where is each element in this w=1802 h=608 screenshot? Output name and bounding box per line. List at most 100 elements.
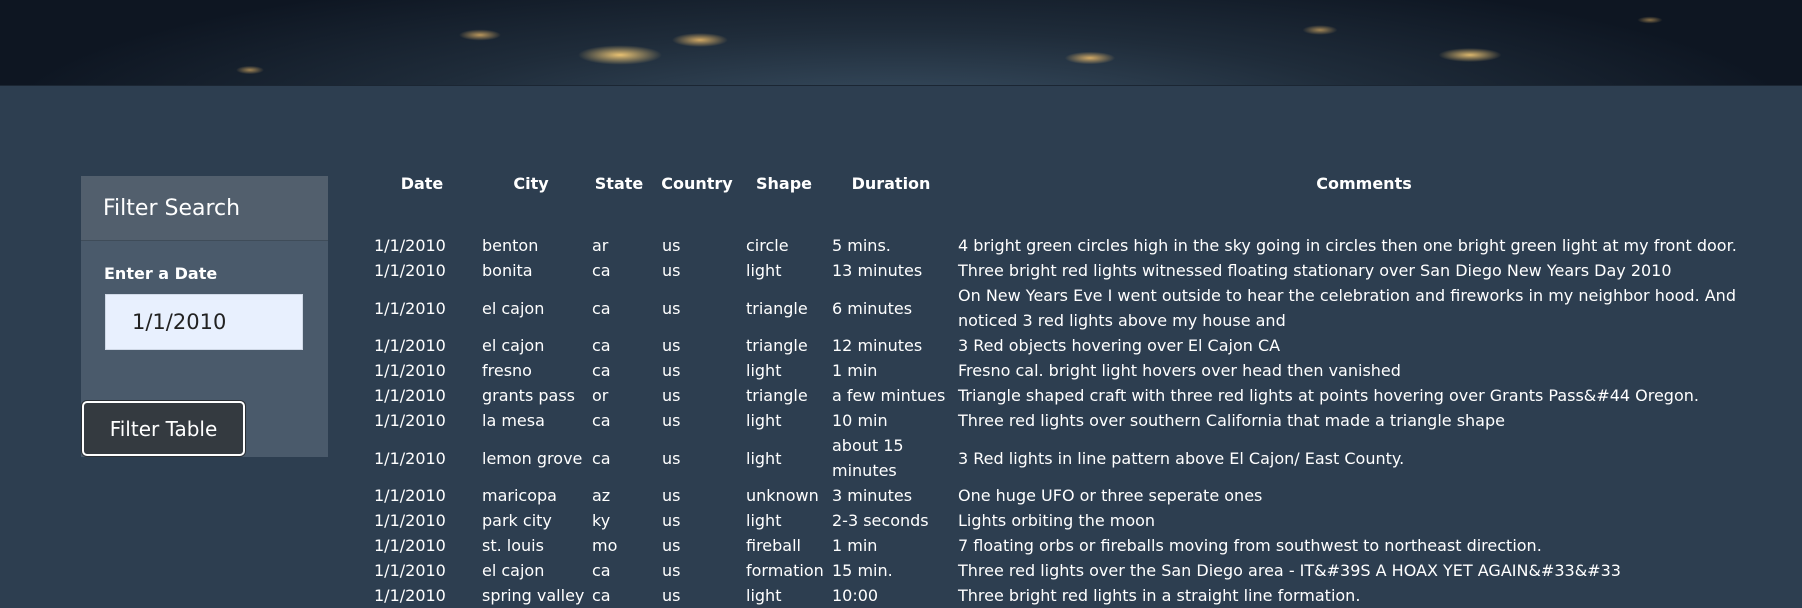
cell-country: us <box>662 448 681 468</box>
table-row: 1/1/2010 st. louis mo us fireball 1 min 7 floa… <box>368 533 1772 558</box>
cell-shape: triangle <box>746 298 808 318</box>
filter-table-button[interactable]: Filter Table <box>82 401 245 456</box>
cell-comments: 7 floating orbs or fireballs moving from… <box>958 536 1542 555</box>
cell-date: 1/1/2010 <box>374 361 446 380</box>
cell-shape: triangle <box>746 386 808 405</box>
cell-city: fresno <box>482 361 532 380</box>
cell-country: us <box>662 411 681 430</box>
cell-city: benton <box>482 236 539 255</box>
cell-duration: 2-3 seconds <box>832 511 929 530</box>
cell-city: el cajon <box>482 298 545 318</box>
cell-comments: Three red lights over the San Diego area… <box>958 561 1621 580</box>
cell-country: us <box>662 586 681 605</box>
ufo-table: Date City State Country Shape Duration C… <box>368 166 1772 608</box>
cell-date: 1/1/2010 <box>374 411 446 430</box>
col-comments-header: Comments <box>1316 173 1412 193</box>
cell-country: us <box>662 511 681 530</box>
cell-state: ar <box>592 236 609 255</box>
cell-shape: triangle <box>746 336 808 355</box>
cell-country: us <box>662 336 681 355</box>
table-row: 1/1/2010 bonita ca us light 13 minutes Three b… <box>368 258 1772 283</box>
cell-comments: One huge UFO or three seperate ones <box>958 486 1263 505</box>
cell-duration: 5 mins. <box>832 236 891 255</box>
date-input[interactable] <box>105 294 303 350</box>
cell-date: 1/1/2010 <box>374 486 446 505</box>
cell-city: la mesa <box>482 411 545 430</box>
cell-shape: fireball <box>746 536 801 555</box>
cell-duration: 1 min <box>832 361 878 380</box>
table-row: 1/1/2010 el cajon ca us triangle 12 minutes 3 … <box>368 333 1772 358</box>
cell-state: ca <box>592 298 611 318</box>
date-label: Enter a Date <box>104 264 218 283</box>
cell-duration: 10:00 <box>832 586 879 605</box>
cell-state: ca <box>592 448 611 468</box>
cell-duration: 15 min. <box>832 561 893 580</box>
cell-duration: 13 minutes <box>832 261 923 280</box>
cell-city: st. louis <box>482 536 544 555</box>
cell-city: el cajon <box>482 561 545 580</box>
cell-duration: 3 minutes <box>832 486 913 505</box>
cell-date: 1/1/2010 <box>374 586 446 605</box>
cell-date: 1/1/2010 <box>374 511 446 530</box>
cell-country: us <box>662 261 681 280</box>
cell-state: az <box>592 486 611 505</box>
cell-date: 1/1/2010 <box>374 261 446 280</box>
cell-shape: light <box>746 586 782 605</box>
table-row: 1/1/2010 grants pass or us triangle a few min… <box>368 383 1772 408</box>
cell-comments: Triangle shaped craft with three red lig… <box>958 386 1699 405</box>
cell-state: ky <box>592 511 611 530</box>
col-shape-header: Shape <box>755 173 812 193</box>
table-body: 1/1/2010 benton ar us circle 5 mins. 4 bright … <box>368 233 1772 608</box>
cell-state: mo <box>592 536 618 555</box>
cell-shape: light <box>746 411 782 430</box>
cell-shape: circle <box>746 236 789 255</box>
cell-country: us <box>662 536 681 555</box>
cell-shape: light <box>746 361 782 380</box>
table-header-row: Date City State Country Shape Duration C… <box>368 166 1772 200</box>
table-row: 1/1/2010 lemon grove ca us light about 15 min… <box>368 433 1772 483</box>
cell-shape: light <box>746 261 782 280</box>
cell-comments: 4 bright green circles high in the sky g… <box>958 236 1737 255</box>
table-row: 1/1/2010 maricopa az us unknown 3 minutes One … <box>368 483 1772 508</box>
cell-city: grants pass <box>482 386 576 405</box>
cell-state: ca <box>592 586 611 605</box>
cell-shape: light <box>746 448 782 468</box>
cell-country: us <box>662 561 681 580</box>
cell-duration: about 15 minutes <box>832 436 904 480</box>
cell-duration: 12 minutes <box>832 336 923 355</box>
col-duration-header: Duration <box>851 173 931 193</box>
cell-date: 1/1/2010 <box>374 448 446 468</box>
cell-comments: Three red lights over southern Californi… <box>958 411 1505 430</box>
cell-date: 1/1/2010 <box>374 536 446 555</box>
table-row: 1/1/2010 el cajon ca us triangle 6 minutes On … <box>368 283 1772 333</box>
cell-shape: light <box>746 511 782 530</box>
cell-country: us <box>662 236 681 255</box>
cell-comments: On New Years Eve I went outside to hear … <box>958 286 1736 330</box>
cell-city: lemon grove <box>482 448 583 468</box>
cell-comments: 3 Red lights in line pattern above El Ca… <box>958 448 1405 468</box>
cell-duration: 1 min <box>832 536 878 555</box>
cell-state: ca <box>592 561 611 580</box>
col-city-header: City <box>513 173 549 193</box>
cell-shape: unknown <box>746 486 819 505</box>
table-row: 1/1/2010 fresno ca us light 1 min Fresno cal. … <box>368 358 1772 383</box>
col-state-header: State <box>594 173 644 193</box>
cell-date: 1/1/2010 <box>374 561 446 580</box>
cell-state: ca <box>592 411 611 430</box>
cell-country: us <box>662 386 681 405</box>
col-date-header: Date <box>400 173 444 193</box>
cell-state: or <box>592 386 609 405</box>
cell-country: us <box>662 361 681 380</box>
cell-duration: 6 minutes <box>832 298 913 318</box>
cell-state: ca <box>592 261 611 280</box>
cell-city: maricopa <box>482 486 557 505</box>
cell-date: 1/1/2010 <box>374 236 446 255</box>
cell-date: 1/1/2010 <box>374 298 446 318</box>
cell-state: ca <box>592 336 611 355</box>
cell-comments: 3 Red objects hovering over El Cajon CA <box>958 336 1281 355</box>
cell-country: us <box>662 486 681 505</box>
cell-date: 1/1/2010 <box>374 336 446 355</box>
table-row: 1/1/2010 el cajon ca us formation 15 min. Thre… <box>368 558 1772 583</box>
cell-comments: Lights orbiting the moon <box>958 511 1156 530</box>
hero-banner-image <box>0 0 1802 86</box>
